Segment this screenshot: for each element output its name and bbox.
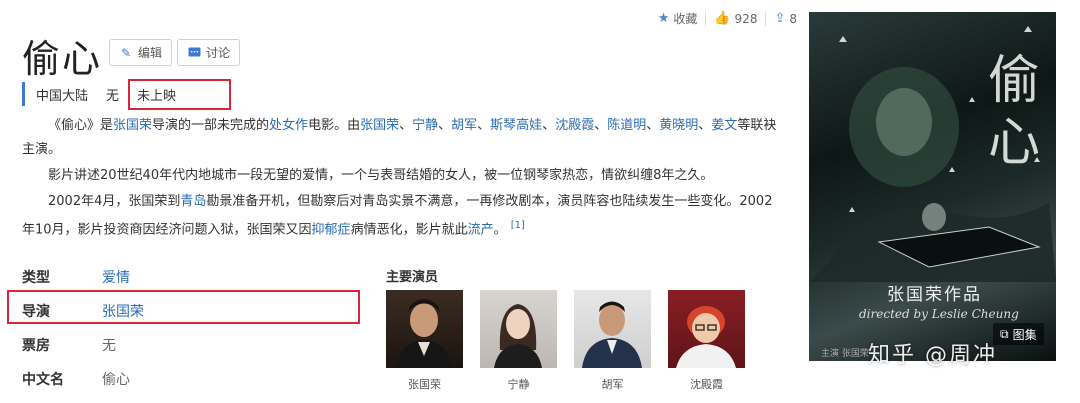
actor-photo[interactable] [386,290,463,368]
favorite-label: 收藏 [673,12,698,26]
like-count: 928 [734,11,758,26]
discuss-button[interactable]: 讨论 [177,39,241,66]
like-button[interactable]: 👍 928 [714,11,757,26]
page-title: 偷心 [22,37,103,81]
edit-button-label: 编辑 [138,46,163,60]
summary: 《偷心》是张国荣导演的一部未完成的处女作电影。由张国荣、宁静、胡军、斯琴高娃、沈… [22,114,782,244]
poster-image[interactable]: 偷心 张国荣作品 directed by Leslie Cheung 主演 张国… [809,12,1056,361]
tag-none: 无 [106,88,120,104]
divider [765,11,767,26]
info-key: 票房 [22,338,50,354]
share-button[interactable]: ⇪ 8 [774,11,797,26]
share-icon: ⇪ [774,11,786,26]
info-row-genre: 类型 爱情 [22,260,367,294]
info-row-chinese-name: 中文名 偷心 [22,362,367,396]
cast-list: 张国荣 宁静 胡军 沈殿霞 [386,290,745,392]
summary-paragraph: 2002年4月，张国荣到青岛勘景准备开机，但勘察后对青岛实景不满意，一再修改剧本… [22,194,773,238]
actor-card[interactable]: 沈殿霞 [668,290,745,392]
info-value: 无 [102,338,116,354]
actor-photo[interactable] [480,290,557,368]
edit-button[interactable]: ✎ 编辑 [109,39,173,66]
link-actor[interactable]: 姜文 [711,118,737,133]
info-table: 类型 爱情 导演 张国荣 票房 无 中文名 偷心 [22,260,367,396]
action-bar: ★ 收藏 👍 928 ⇪ 8 [658,10,797,27]
link-debut[interactable]: 处女作 [269,118,308,133]
link-actor[interactable]: 宁静 [412,118,438,133]
highlight-box [7,290,360,324]
info-value: 偷心 [102,372,130,388]
actor-name[interactable]: 宁静 [480,376,557,392]
link-actor[interactable]: 黄晓明 [659,118,698,133]
info-key: 类型 [22,270,50,286]
poster-title: 偷心 [988,51,1041,173]
actor-card[interactable]: 宁静 [480,290,557,392]
info-value-link[interactable]: 爱情 [102,267,130,287]
gallery-button[interactable]: ⧉ 图集 [993,323,1044,345]
link-aborted[interactable]: 流产 [468,222,494,237]
actor-name[interactable]: 张国荣 [386,376,463,392]
star-icon: ★ [657,11,670,26]
link-leslie-cheung[interactable]: 张国荣 [113,118,152,133]
comment-icon [187,46,201,60]
pencil-icon: ✎ [120,45,132,60]
poster-subtitle: 张国荣作品 [887,285,982,305]
link-actor[interactable]: 胡军 [451,118,477,133]
link-actor[interactable]: 斯琴高娃 [490,118,542,133]
reference-link[interactable]: [1] [511,220,525,231]
summary-paragraph: 影片讲述20世纪40年代内地城市一段无望的爱情，一个与表哥结婚的女人，被一位钢琴… [48,168,714,183]
info-row-boxoffice: 票房 无 [22,328,367,362]
actor-card[interactable]: 张国荣 [386,290,463,392]
highlight-box [128,79,231,110]
link-actor[interactable]: 沈殿霞 [555,118,594,133]
actor-card[interactable]: 胡军 [574,290,651,392]
link-actor[interactable]: 张国荣 [360,118,399,133]
poster-signature: directed by Leslie Cheung [859,307,1019,321]
cast-title: 主要演员 [386,270,439,285]
actor-name[interactable]: 沈殿霞 [668,376,745,392]
gallery-label: 图集 [1012,327,1037,342]
actor-photo[interactable] [668,290,745,368]
summary-paragraph: 《偷心》是张国荣导演的一部未完成的处女作电影。由张国荣、宁静、胡军、斯琴高娃、沈… [22,118,777,157]
actor-photo[interactable] [574,290,651,368]
actor-name[interactable]: 胡军 [574,376,651,392]
watermark: 知乎 @周冲 [868,343,997,368]
share-count: 8 [789,11,797,26]
link-qingdao[interactable]: 青岛 [180,194,206,209]
tag-region: 中国大陆 [36,88,89,104]
divider [705,11,707,26]
gallery-icon: ⧉ [1000,326,1009,341]
favorite-button[interactable]: ★ 收藏 [658,10,698,27]
discuss-button-label: 讨论 [206,46,231,60]
info-key: 中文名 [22,372,64,388]
link-actor[interactable]: 陈道明 [607,118,646,133]
thumbs-up-icon: 👍 [714,11,731,26]
link-depression[interactable]: 抑郁症 [312,222,351,237]
